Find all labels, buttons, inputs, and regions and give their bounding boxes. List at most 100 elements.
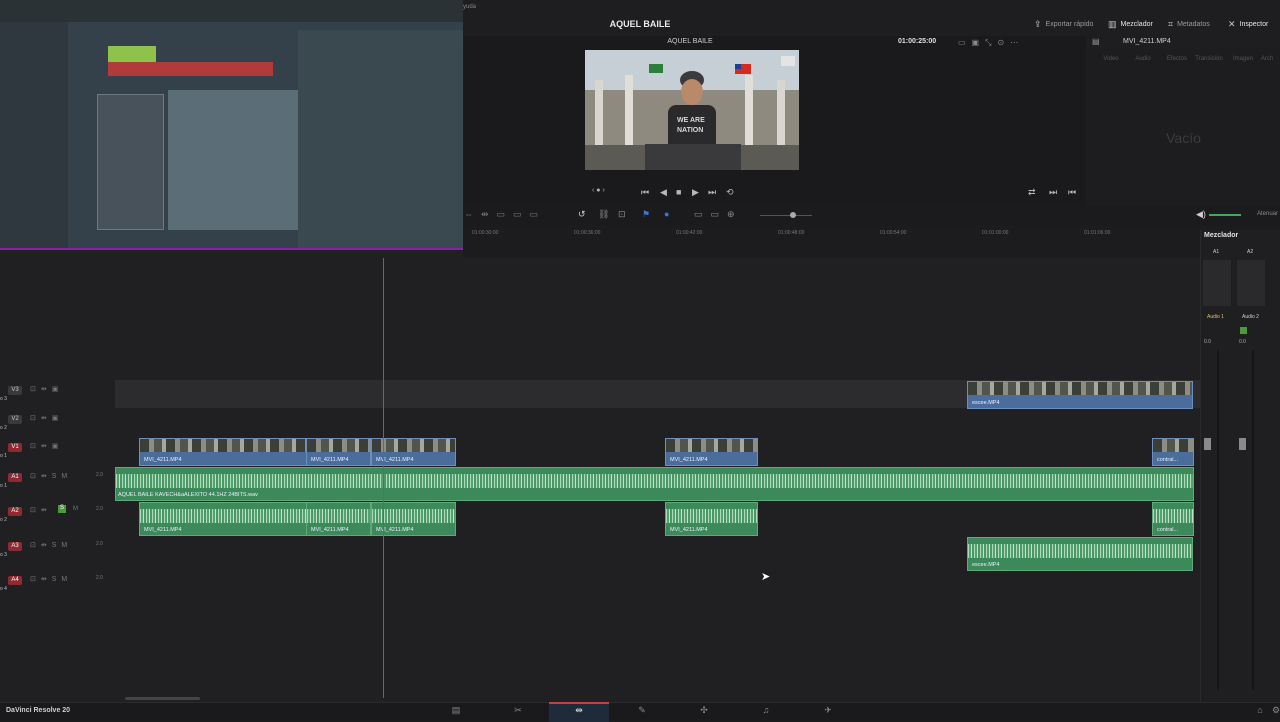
loop-icon[interactable]: ⟲	[726, 187, 734, 198]
inspector-tab-effects[interactable]: Efectos	[1161, 56, 1193, 62]
metadata-button[interactable]: ⌗ Metadatos	[1168, 19, 1210, 30]
menu-fragment[interactable]: yuda	[463, 4, 476, 10]
track-tag[interactable]: A4	[8, 576, 22, 585]
fusion-page-icon[interactable]: ✎	[632, 705, 652, 716]
video-clip[interactable]: MVI_4211.MP4	[139, 438, 307, 466]
settings-icon[interactable]: ⚙	[1266, 705, 1280, 716]
project-title: AQUEL BAILE	[609, 19, 671, 29]
deliver-page-icon[interactable]: ✈	[818, 705, 838, 716]
marker-icon[interactable]: ●	[664, 209, 669, 219]
daw-window-overlay[interactable]	[0, 0, 463, 258]
snap-icon[interactable]: ↺	[578, 209, 586, 220]
video-clip[interactable]: escee.MP4	[967, 381, 1193, 409]
mixer-toggle-button[interactable]: ▥ Mezclador	[1108, 19, 1153, 30]
zoom-slider-handle[interactable]	[790, 212, 796, 218]
color-page-icon[interactable]: ✣	[694, 705, 714, 716]
mixer-bus-2: Audio 2	[1242, 314, 1259, 320]
mouse-cursor-icon: ➤	[761, 571, 771, 583]
track-header-v1[interactable]: V1 o 1 ⊡⇹▣	[0, 437, 115, 463]
nav-arrows-icon[interactable]: ‹ ● ›	[592, 187, 605, 194]
track-header-v3[interactable]: V3 o 3 ⊡⇹▣	[0, 380, 115, 406]
track-header-v2[interactable]: V2 o 2 ⊡⇹▣	[0, 409, 115, 435]
video-clip[interactable]: MVI_4211.MP4	[306, 438, 371, 466]
inspector-tab-video[interactable]: Video	[1095, 56, 1127, 62]
prev-edit-icon[interactable]: ⏮	[1068, 187, 1076, 198]
track-tag[interactable]: V3	[8, 386, 22, 395]
timeline-scrollbar[interactable]	[125, 697, 200, 700]
inspector-tab-transition[interactable]: Transición	[1193, 56, 1225, 62]
mixer-fader-2[interactable]	[1239, 438, 1246, 450]
track-header-a2[interactable]: A2 o 2 ⊡⇹ S M 2.0	[0, 501, 115, 527]
viewer-timecode[interactable]: 01:00:25:00	[898, 38, 936, 45]
play-icon[interactable]: ▶	[692, 187, 699, 198]
go-to-end-icon[interactable]: ⏭	[708, 187, 716, 198]
go-to-start-icon[interactable]: ⏮	[641, 187, 649, 198]
timeline-ruler[interactable]: 01:00:30:00 01:00:36:00 01:00:42:00 01:0…	[464, 230, 1200, 244]
inspector-button[interactable]: ✕ Inspector	[1228, 19, 1268, 30]
mute-button[interactable]: M	[73, 506, 78, 512]
mixer-bus-1: Audio 1	[1207, 314, 1224, 320]
viewer-options-icon[interactable]: ▭▣⤡⊙⋯	[958, 38, 1024, 48]
solo-button[interactable]: S	[58, 505, 66, 513]
video-preview[interactable]: WE ARE NATION	[585, 50, 799, 170]
match-frame-icon[interactable]: ⇄	[1028, 187, 1036, 198]
export-button[interactable]: ⇪ Exportar rápido	[1034, 19, 1093, 30]
audio-clip[interactable]: contral...	[1152, 502, 1194, 536]
stop-icon[interactable]: ■	[676, 187, 681, 197]
media-page-icon[interactable]: ▤	[446, 705, 466, 716]
inspector-tab-file[interactable]: Arch	[1255, 56, 1279, 62]
track-controls-icon[interactable]: ⊡⇹▣	[30, 442, 63, 450]
daw-channel-rack[interactable]	[97, 94, 164, 230]
next-edit-icon[interactable]: ⏭	[1049, 187, 1057, 198]
track-tag[interactable]: V1	[8, 443, 22, 452]
daw-toolbar[interactable]	[0, 0, 463, 22]
cut-page-icon[interactable]: ✂	[508, 705, 528, 716]
edit-page-icon[interactable]: ⇹	[569, 705, 589, 716]
track-tag[interactable]: V2	[8, 415, 22, 424]
fairlight-page-icon[interactable]: ♫	[756, 705, 776, 715]
daw-pattern-block-red[interactable]	[108, 62, 273, 76]
audio-clip[interactable]: MVI_4211.MP4	[665, 502, 758, 536]
inspector-tab-audio[interactable]: Audio	[1127, 56, 1159, 62]
reverse-play-icon[interactable]: ◀	[660, 187, 667, 198]
audio-clip[interactable]: escee.MP4	[967, 537, 1193, 571]
video-clip[interactable]: MVI_4211.MP4	[665, 438, 758, 466]
track-header-a4[interactable]: A4 o 4 ⊡⇹SM 2.0	[0, 570, 115, 596]
atenuar-label[interactable]: Atenuar	[1257, 211, 1278, 217]
os-taskbar[interactable]	[0, 248, 463, 258]
daw-browser-panel[interactable]	[0, 22, 68, 248]
flag-icon[interactable]: ⚑	[642, 209, 650, 220]
video-clip[interactable]: contral...	[1152, 438, 1194, 466]
track-controls-icon[interactable]: ⊡⇹SM	[30, 575, 72, 583]
daw-plugin-window[interactable]	[168, 90, 298, 230]
zoom-slider[interactable]	[760, 215, 812, 216]
track-tag[interactable]: A1	[8, 473, 22, 482]
edit-tools-icon[interactable]: ⇔⇹▭▭▭	[464, 209, 546, 220]
track-controls-icon[interactable]: ⊡⇹▣	[30, 385, 63, 393]
mixer-channel-a1: A1	[1213, 249, 1220, 255]
clip-panel-icon[interactable]: ▤	[1092, 37, 1100, 46]
lock-icon[interactable]: ⊡	[618, 209, 626, 220]
track-tag[interactable]: A2	[8, 507, 22, 516]
mixer-toggle-label: Mezclador	[1120, 21, 1153, 28]
volume-icon[interactable]: ◀)	[1196, 209, 1206, 220]
master-volume-slider[interactable]	[1209, 214, 1241, 216]
audio-clip-main[interactable]: AQUEL BAILE KAVECH&aALEXITO 44.1HZ 24BIT…	[115, 467, 1194, 501]
viewer-timeline-name[interactable]: AQUEL BAILE	[650, 38, 730, 45]
track-header-a1[interactable]: A1 o 1 ⊡⇹SM 2.0	[0, 467, 115, 493]
mixer-solo-button[interactable]	[1240, 327, 1247, 334]
track-controls-icon[interactable]: ⊡⇹SM	[30, 472, 72, 480]
audio-clip[interactable]: MVI_4211.MP4	[306, 502, 371, 536]
link-icon[interactable]: ⛓	[598, 209, 609, 220]
zoom-tools-icon[interactable]: ▭▭⊕	[694, 209, 743, 220]
track-header-a3[interactable]: A3 o 3 ⊡⇹SM 2.0	[0, 536, 115, 562]
track-tag[interactable]: A3	[8, 542, 22, 551]
track-controls-icon[interactable]: ⊡⇹SM	[30, 541, 72, 549]
playhead[interactable]	[383, 258, 384, 698]
daw-playlist-area[interactable]	[298, 30, 463, 248]
track-controls-icon[interactable]: ⊡⇹▣	[30, 414, 63, 422]
audio-clip[interactable]: MVI_4211.MP4	[139, 502, 307, 536]
mixer-fader-1[interactable]	[1204, 438, 1211, 450]
clip-label: escee.MP4	[972, 400, 1000, 406]
track-controls-icon[interactable]: ⊡⇹	[30, 506, 52, 514]
